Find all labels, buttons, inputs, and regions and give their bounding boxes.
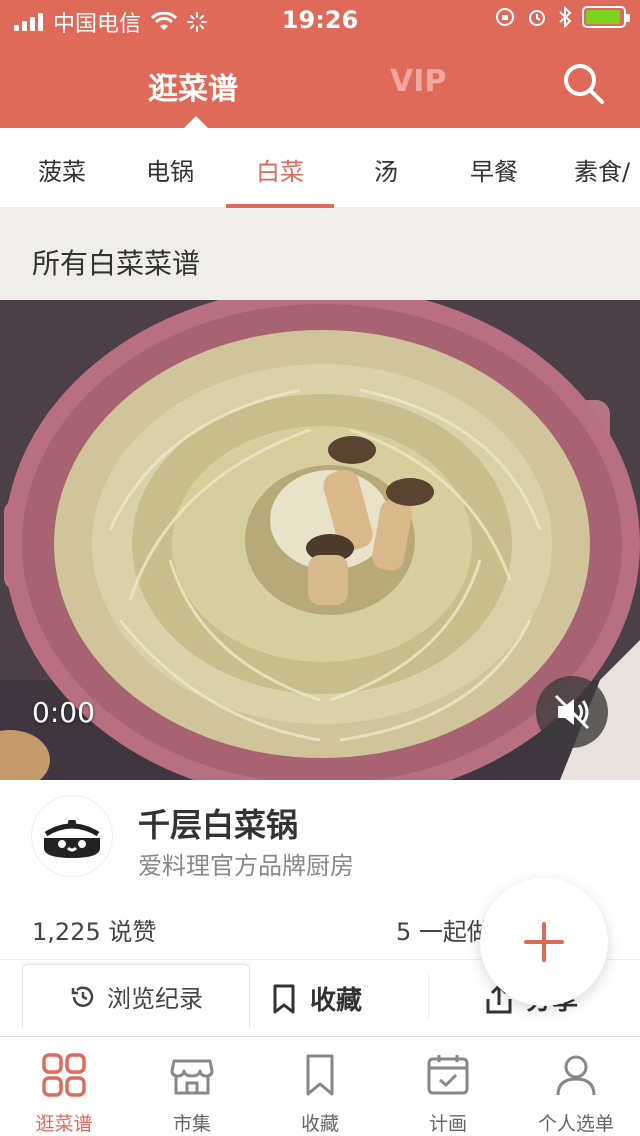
author-avatar[interactable]	[32, 796, 112, 876]
alarm-icon	[529, 10, 545, 26]
favorite-label: 收藏	[310, 986, 363, 1016]
app-screen: 中国电信 19:26 逛菜谱 VIP 菠菜 电锅 白菜 汤 早餐 素食/ 所有白…	[0, 0, 640, 1136]
tab-vip[interactable]: VIP	[390, 64, 446, 99]
active-tab-indicator	[184, 116, 208, 128]
tabbar-label-market: 市集	[172, 1113, 211, 1135]
tabbar-item-plan[interactable]: 计画	[384, 1037, 512, 1136]
tabbar-label-profile: 个人选单	[537, 1113, 614, 1135]
history-label: 浏览纪录	[107, 985, 203, 1013]
tabbar-item-market[interactable]: 市集	[128, 1037, 256, 1136]
recipe-title[interactable]: 千层白菜锅	[138, 800, 298, 846]
recipe-author[interactable]: 爱料理官方品牌厨房	[138, 846, 354, 881]
store-icon	[170, 1059, 214, 1095]
status-right	[494, 6, 630, 28]
category-vegetarian[interactable]: 素食/	[574, 152, 630, 187]
status-bar: 中国电信 19:26	[0, 0, 640, 40]
history-icon	[71, 985, 94, 1007]
video-time: 0:00	[32, 696, 95, 729]
plus-icon	[524, 922, 564, 962]
calendar-check-icon	[427, 1055, 469, 1095]
search-icon[interactable]	[562, 62, 606, 106]
action-divider	[428, 974, 429, 1020]
bottom-tab-bar: 逛菜谱 市集 收藏 计画 个人选单	[0, 1036, 640, 1136]
grid-icon	[42, 1053, 86, 1097]
recipe-video[interactable]: 0:00	[0, 300, 640, 780]
section-header: 所有白菜菜谱	[0, 208, 640, 300]
tab-browse-recipes[interactable]: 逛菜谱	[148, 64, 238, 108]
mute-button[interactable]	[536, 676, 608, 748]
top-nav: 逛菜谱 VIP	[0, 40, 640, 128]
category-soup[interactable]: 汤	[374, 152, 398, 187]
likes-count: 1,225 说赞	[32, 918, 157, 946]
battery-icon	[582, 6, 630, 28]
tabbar-item-favorites[interactable]: 收藏	[256, 1037, 384, 1136]
user-icon	[556, 1055, 596, 1096]
category-breakfast[interactable]: 早餐	[470, 152, 518, 187]
bookmark-tab-icon	[306, 1054, 334, 1096]
tabbar-label-browse: 逛菜谱	[35, 1113, 93, 1135]
section-title: 所有白菜菜谱	[32, 247, 201, 280]
category-electric-pot[interactable]: 电锅	[146, 152, 194, 187]
category-cabbage[interactable]: 白菜	[256, 152, 304, 187]
rotation-lock-icon	[496, 8, 514, 26]
category-spinach[interactable]: 菠菜	[38, 152, 86, 187]
tabbar-label-plan: 计画	[428, 1113, 467, 1135]
tabbar-item-profile[interactable]: 个人选单	[512, 1037, 640, 1136]
bluetooth-icon	[559, 6, 572, 28]
category-tabs: 菠菜 电锅 白菜 汤 早餐 素食/	[0, 128, 640, 208]
tabbar-item-browse[interactable]: 逛菜谱	[0, 1037, 128, 1136]
history-button[interactable]: 浏览纪录	[22, 964, 250, 1028]
add-floating-button[interactable]	[480, 878, 608, 1006]
bookmark-icon	[273, 984, 295, 1013]
pot-logo-icon	[44, 820, 100, 858]
cook-together-count: 5 一起做	[396, 918, 491, 946]
tabbar-label-favorites: 收藏	[300, 1113, 339, 1135]
speaker-muted-icon	[554, 694, 590, 730]
favorite-button[interactable]: 收藏	[270, 980, 362, 1017]
